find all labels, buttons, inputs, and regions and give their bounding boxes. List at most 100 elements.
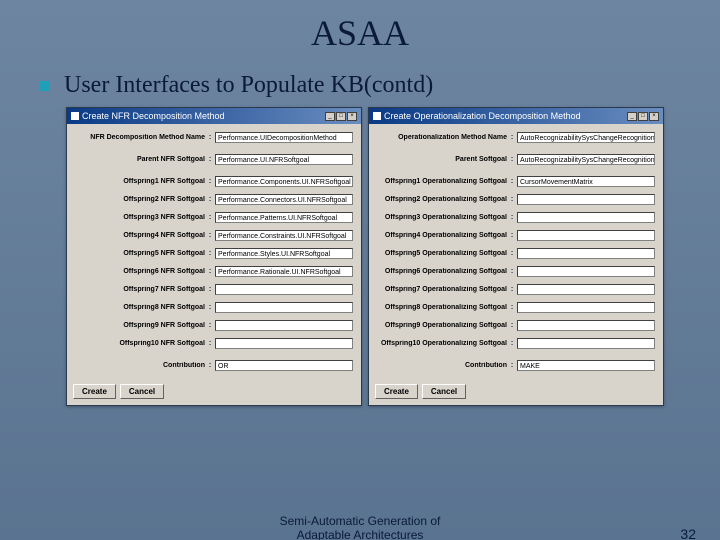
form-label: Offspring2 NFR Softgoal	[75, 196, 205, 203]
close-icon[interactable]: ×	[347, 112, 357, 121]
form-label: Contribution	[377, 362, 507, 369]
form-label: Offspring2 Operationalizing Softgoal	[377, 196, 507, 203]
form-input[interactable]	[517, 338, 655, 349]
form-label: Offspring1 Operationalizing Softgoal	[377, 178, 507, 185]
slide-title: ASAA	[0, 12, 720, 54]
create-button[interactable]: Create	[375, 384, 418, 399]
form-row: Offspring5 Operationalizing Softgoal:	[377, 246, 655, 260]
form-input[interactable]	[517, 302, 655, 313]
form-row: Offspring4 NFR Softgoal:Performance.Cons…	[75, 228, 353, 242]
form-input[interactable]	[517, 194, 655, 205]
form-input[interactable]	[517, 266, 655, 277]
button-row: Create Cancel	[67, 380, 361, 405]
form-input[interactable]: Performance.Patterns.UI.NFRSoftgoal	[215, 212, 353, 223]
form-input[interactable]: AutoRecognizabilitySysChangeRecognitionR…	[517, 132, 655, 143]
form-row: Offspring2 NFR Softgoal:Performance.Conn…	[75, 192, 353, 206]
form-label: Offspring8 NFR Softgoal	[75, 304, 205, 311]
page-number: 32	[680, 526, 696, 540]
colon: :	[507, 362, 517, 369]
colon: :	[205, 304, 215, 311]
colon: :	[205, 322, 215, 329]
create-button[interactable]: Create	[73, 384, 116, 399]
form-input[interactable]: Performance.Connectors.UI.NFRSoftgoal	[215, 194, 353, 205]
cancel-button[interactable]: Cancel	[422, 384, 466, 399]
colon: :	[205, 134, 215, 141]
colon: :	[205, 214, 215, 221]
form-body: NFR Decomposition Method Name:Performanc…	[67, 124, 361, 380]
form-row: Operationalization Method Name:AutoRecog…	[377, 130, 655, 144]
form-label: Offspring9 Operationalizing Softgoal	[377, 322, 507, 329]
colon: :	[507, 268, 517, 275]
form-label: Offspring4 Operationalizing Softgoal	[377, 232, 507, 239]
form-input[interactable]: Performance.UIDecompositionMethod	[215, 132, 353, 143]
footer: Semi-Automatic Generation of Adaptable A…	[0, 514, 720, 540]
form-input[interactable]: Performance.Rationale.UI.NFRSoftgoal	[215, 266, 353, 277]
colon: :	[507, 286, 517, 293]
form-label: Offspring10 NFR Softgoal	[75, 340, 205, 347]
form-label: Offspring9 NFR Softgoal	[75, 322, 205, 329]
colon: :	[507, 250, 517, 257]
form-label: Offspring7 Operationalizing Softgoal	[377, 286, 507, 293]
colon: :	[507, 214, 517, 221]
form-input[interactable]: CursorMovementMatrix	[517, 176, 655, 187]
form-row: Offspring9 Operationalizing Softgoal:	[377, 318, 655, 332]
colon: :	[507, 322, 517, 329]
titlebar: Create Operationalization Decomposition …	[369, 108, 663, 124]
maximize-icon[interactable]: □	[638, 112, 648, 121]
form-input[interactable]	[517, 320, 655, 331]
form-input[interactable]	[517, 212, 655, 223]
form-row: Offspring1 Operationalizing Softgoal:Cur…	[377, 174, 655, 188]
form-label: Offspring6 Operationalizing Softgoal	[377, 268, 507, 275]
form-label: Offspring5 Operationalizing Softgoal	[377, 250, 507, 257]
colon: :	[507, 156, 517, 163]
colon: :	[507, 196, 517, 203]
form-input[interactable]	[215, 302, 353, 313]
form-row: NFR Decomposition Method Name:Performanc…	[75, 130, 353, 144]
dialog-nfr-decomposition: Create NFR Decomposition Method _ □ × NF…	[66, 107, 362, 406]
form-input[interactable]	[215, 338, 353, 349]
form-input[interactable]	[215, 284, 353, 295]
minimize-icon[interactable]: _	[325, 112, 335, 121]
form-input[interactable]: Performance.Constraints.UI.NFRSoftgoal	[215, 230, 353, 241]
form-label: Contribution	[75, 362, 205, 369]
cancel-button[interactable]: Cancel	[120, 384, 164, 399]
form-input[interactable]: OR	[215, 360, 353, 371]
colon: :	[507, 232, 517, 239]
form-input[interactable]	[215, 320, 353, 331]
form-label: Offspring6 NFR Softgoal	[75, 268, 205, 275]
minimize-icon[interactable]: _	[627, 112, 637, 121]
footer-line1: Semi-Automatic Generation of	[280, 514, 441, 528]
form-row: Offspring5 NFR Softgoal:Performance.Styl…	[75, 246, 353, 260]
form-input[interactable]: Performance.Styles.UI.NFRSoftgoal	[215, 248, 353, 259]
close-icon[interactable]: ×	[649, 112, 659, 121]
form-row: Offspring10 Operationalizing Softgoal:	[377, 336, 655, 350]
form-label: Offspring3 NFR Softgoal	[75, 214, 205, 221]
form-input[interactable]	[517, 230, 655, 241]
footer-line2: Adaptable Architectures	[297, 528, 424, 540]
form-input[interactable]	[517, 248, 655, 259]
bullet-text: User Interfaces to Populate KB(contd)	[64, 72, 433, 99]
form-row: Parent Softgoal:AutoRecognizabilitySysCh…	[377, 152, 655, 166]
form-input[interactable]: Performance.Components.UI.NFRSoftgoal	[215, 176, 353, 187]
form-row: Offspring6 NFR Softgoal:Performance.Rati…	[75, 264, 353, 278]
form-input[interactable]: AutoRecognizabilitySysChangeRecognitionR…	[517, 154, 655, 165]
colon: :	[205, 268, 215, 275]
form-label: Offspring10 Operationalizing Softgoal	[377, 340, 507, 347]
colon: :	[205, 178, 215, 185]
maximize-icon[interactable]: □	[336, 112, 346, 121]
window-icon	[71, 112, 79, 120]
form-row: Offspring1 NFR Softgoal:Performance.Comp…	[75, 174, 353, 188]
button-row: Create Cancel	[369, 380, 663, 405]
form-label: Offspring8 Operationalizing Softgoal	[377, 304, 507, 311]
form-row: Offspring2 Operationalizing Softgoal:	[377, 192, 655, 206]
bullet-square-icon	[40, 81, 50, 91]
form-label: Operationalization Method Name	[377, 134, 507, 141]
bullet-row: User Interfaces to Populate KB(contd)	[40, 72, 720, 99]
colon: :	[205, 196, 215, 203]
form-body: Operationalization Method Name:AutoRecog…	[369, 124, 663, 380]
form-input[interactable]	[517, 284, 655, 295]
form-input[interactable]: Performance.UI.NFRSoftgoal	[215, 154, 353, 165]
form-row: Offspring8 Operationalizing Softgoal:	[377, 300, 655, 314]
form-input[interactable]: MAKE	[517, 360, 655, 371]
form-row: Offspring7 Operationalizing Softgoal:	[377, 282, 655, 296]
